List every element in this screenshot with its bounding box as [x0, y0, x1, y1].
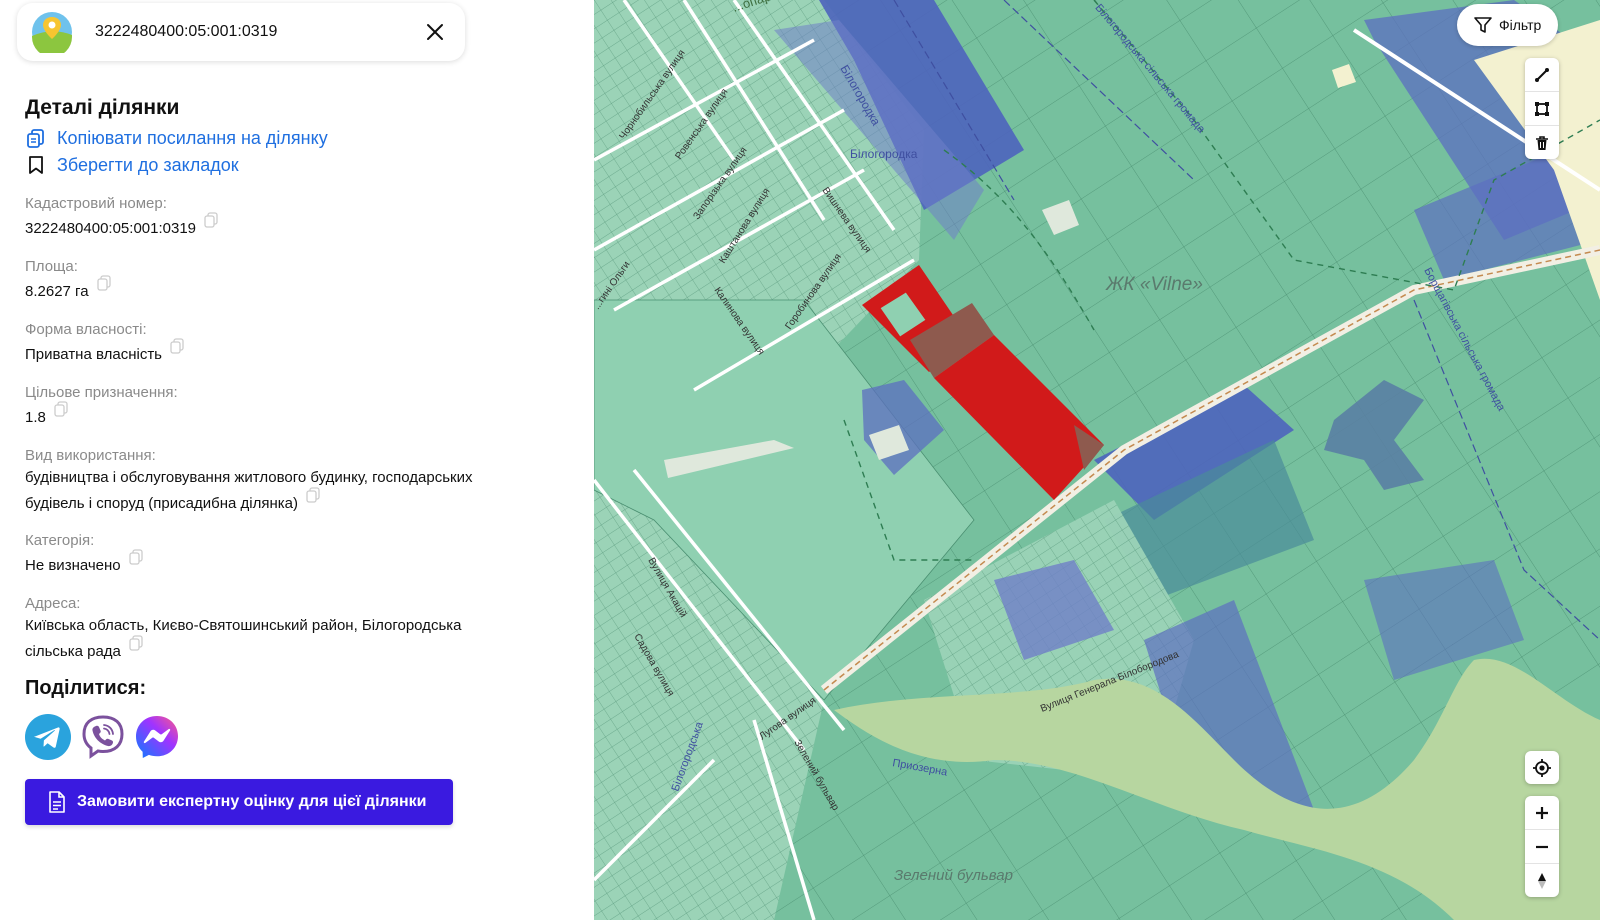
zoom-controls: [1525, 796, 1559, 897]
geolocate-button[interactable]: [1525, 751, 1559, 784]
viber-icon[interactable]: [80, 714, 126, 760]
draw-polygon-button[interactable]: [1525, 91, 1559, 125]
copy-link-button[interactable]: Копіювати посилання на ділянку: [25, 127, 328, 149]
search-box[interactable]: 3222480400:05:001:0319: [17, 3, 465, 61]
bookmark-icon: [29, 156, 43, 174]
copy-icon[interactable]: [129, 549, 143, 565]
usage-line-2-row: будівель і споруд (присадибна ділянка): [25, 487, 472, 517]
order-evaluation-button[interactable]: Замовити експертну оцінку для цієї ділян…: [25, 779, 453, 825]
details-title: Деталі ділянки: [25, 96, 180, 119]
cadastral-map[interactable]: ...опарк Білогородка Білогородка ЖК «Vil…: [594, 0, 1600, 920]
field-label-cadastral: Кадастровий номер:: [25, 195, 167, 212]
category-value: Не визначено: [25, 557, 121, 574]
geolocate-control: [1525, 751, 1559, 784]
compass-icon: [1538, 872, 1546, 889]
field-label-usage: Вид використання:: [25, 447, 156, 464]
address-line-2-row: сільська рада: [25, 635, 462, 665]
field-value-ownership: Приватна власність: [25, 338, 184, 368]
usage-line-1: будівництва і обслуговування житлового б…: [25, 469, 473, 486]
map-canvas[interactable]: ...опарк Білогородка Білогородка ЖК «Vil…: [594, 0, 1600, 920]
field-label-ownership: Форма власності:: [25, 321, 147, 338]
purpose-value: 1.8: [25, 409, 46, 426]
document-icon: [49, 791, 65, 813]
cadastral-number: 3222480400:05:001:0319: [25, 220, 197, 237]
filter-button[interactable]: Фільтр: [1457, 4, 1558, 46]
copy-link-icon: [27, 129, 44, 148]
copy-icon[interactable]: [54, 401, 68, 417]
area-value: 8.2627 га: [25, 283, 89, 300]
field-value-category: Не визначено: [25, 549, 143, 579]
usage-line-2: будівель і споруд (присадибна ділянка): [25, 495, 298, 512]
copy-icon[interactable]: [96, 275, 111, 291]
field-label-area: Площа:: [25, 258, 78, 275]
minus-icon: [1536, 845, 1548, 848]
copy-icon[interactable]: [170, 338, 184, 354]
address-line-1: Київська область, Києво-Святошинський ра…: [25, 617, 462, 634]
field-label-category: Категорія:: [25, 532, 95, 549]
order-evaluation-label: Замовити експертну оцінку для цієї ділян…: [77, 793, 427, 810]
label-belogorodka-2: Білогородка: [850, 147, 918, 161]
plus-icon: [1536, 806, 1548, 819]
copy-link-label: Копіювати посилання на ділянку: [57, 127, 328, 148]
zoom-in-button[interactable]: [1525, 796, 1559, 829]
address-line-2: сільська рада: [25, 643, 121, 660]
save-bookmark-button[interactable]: Зберегти до закладок: [25, 154, 239, 176]
messenger-icon[interactable]: [134, 714, 180, 760]
draw-tools: [1525, 58, 1559, 159]
field-value-area: 8.2627 га: [25, 275, 111, 305]
label-zelenyi-big: Зелений бульвар: [894, 867, 1013, 884]
telegram-icon[interactable]: [25, 714, 71, 760]
ownership-value: Приватна власність: [25, 346, 162, 363]
search-input[interactable]: 3222480400:05:001:0319: [95, 23, 277, 41]
close-icon[interactable]: [423, 20, 447, 44]
delete-drawing-button[interactable]: [1525, 125, 1559, 159]
field-value-address: Київська область, Києво-Святошинський ра…: [25, 613, 462, 665]
filter-icon: [1474, 17, 1492, 33]
field-label-purpose: Цільове призначення:: [25, 384, 178, 401]
field-value-usage: будівництва і обслуговування житлового б…: [25, 465, 472, 517]
field-value-purpose: 1.8: [25, 401, 68, 431]
draw-line-icon: [1535, 67, 1549, 82]
copy-icon[interactable]: [306, 487, 320, 503]
reset-north-button[interactable]: [1525, 863, 1559, 897]
save-bookmark-label: Зберегти до закладок: [57, 154, 239, 175]
share-title: Поділитися:: [25, 677, 147, 699]
geolocate-icon: [1533, 758, 1551, 777]
copy-icon[interactable]: [204, 212, 218, 228]
draw-line-button[interactable]: [1525, 58, 1559, 91]
filter-label: Фільтр: [1499, 17, 1542, 33]
trash-icon: [1536, 135, 1548, 150]
field-label-address: Адреса:: [25, 595, 81, 612]
draw-polygon-icon: [1535, 101, 1549, 116]
field-value-cadastral: 3222480400:05:001:0319: [25, 212, 218, 242]
label-zhk: ЖК «Vilne»: [1105, 274, 1203, 295]
copy-icon[interactable]: [129, 635, 143, 651]
zoom-out-button[interactable]: [1525, 829, 1559, 863]
app-logo-icon: [32, 12, 72, 53]
details-panel: 3222480400:05:001:0319 Деталі ділянки Ко…: [0, 0, 594, 920]
